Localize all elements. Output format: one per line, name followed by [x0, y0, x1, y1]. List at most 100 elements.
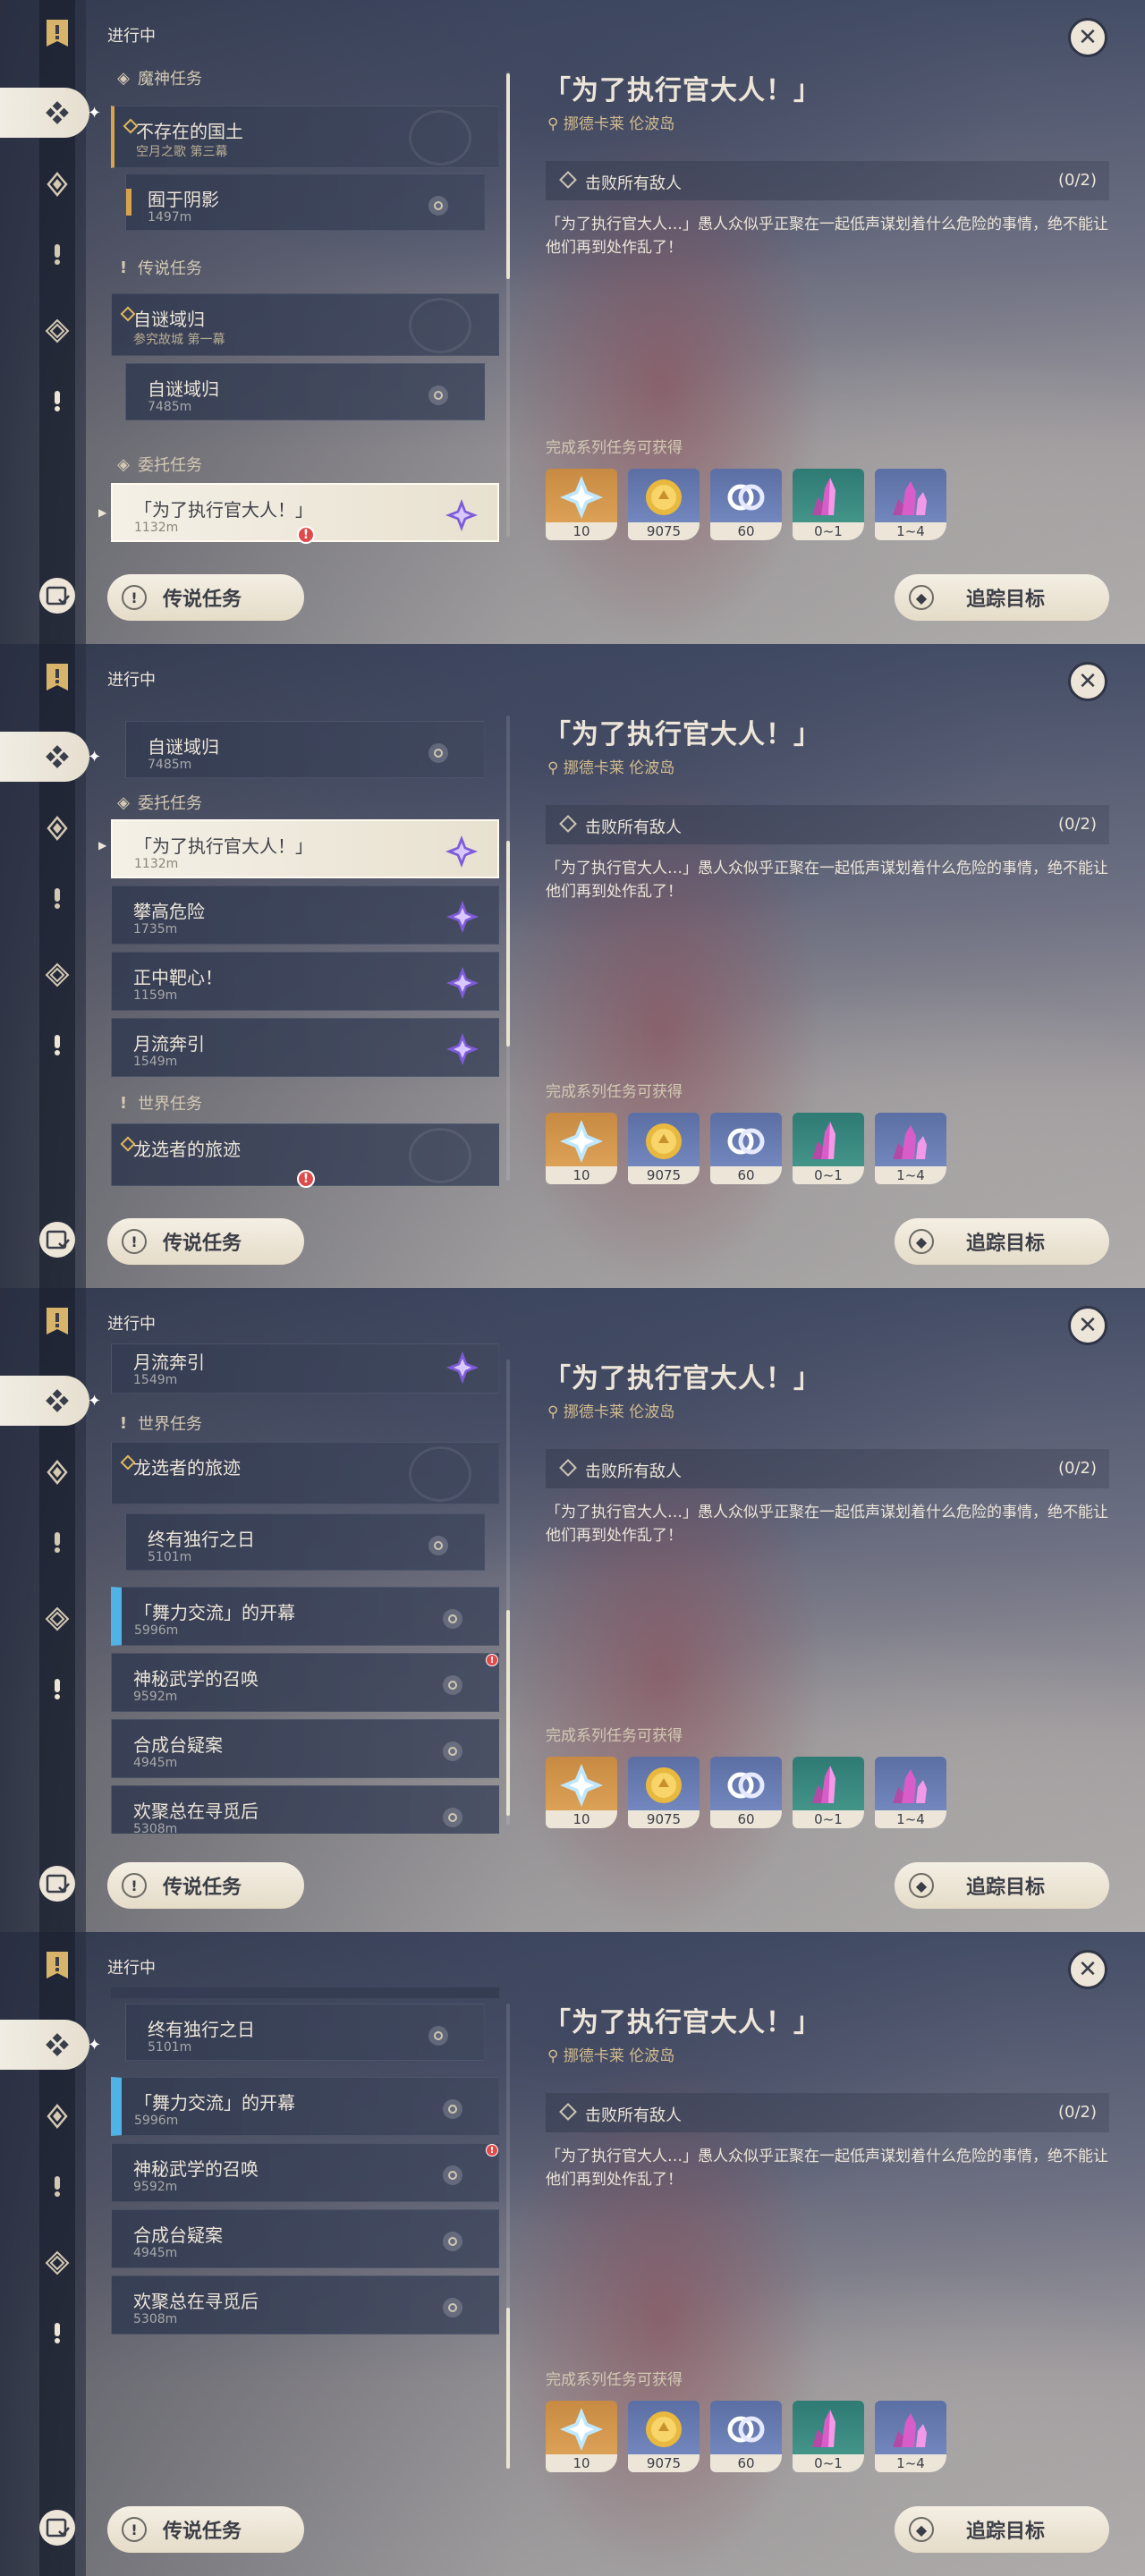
nav-event-icon[interactable]: [39, 1027, 75, 1063]
quest-card[interactable]: 「舞力交流」的开幕 5996m: [111, 2077, 499, 2136]
quest-card[interactable]: 欢聚总在寻觅后 5308m: [111, 2275, 499, 2334]
nav-event-icon[interactable]: [39, 1671, 75, 1707]
nav-archon-icon[interactable]: [39, 2098, 75, 2134]
reward-item[interactable]: 0~1: [793, 1113, 864, 1184]
track-target-button[interactable]: ◆ 追踪目标: [895, 2506, 1109, 2553]
quest-card[interactable]: 合成台疑案 4945m: [111, 2209, 499, 2268]
scrollbar-thumb[interactable]: [506, 841, 510, 1046]
quest-flag-icon[interactable]: [39, 660, 75, 696]
quest-list[interactable]: 终有独行之日 5101m 「舞力交流」的开幕 5996m 神秘武学的召唤 959…: [106, 1987, 506, 2478]
reward-item[interactable]: 10: [546, 1113, 617, 1184]
reward-item[interactable]: 9075: [628, 1757, 700, 1828]
reward-item[interactable]: 1~4: [875, 1113, 946, 1184]
locate-pin-icon[interactable]: [443, 2232, 462, 2251]
reward-item[interactable]: 1~4: [875, 1757, 946, 1828]
nav-event-icon[interactable]: [39, 2315, 75, 2351]
nav-legend-icon[interactable]: [39, 236, 75, 272]
locate-pin-icon[interactable]: [443, 1609, 462, 1629]
close-button[interactable]: ✕: [1068, 1950, 1107, 1989]
quest-list[interactable]: 月流奔引 1549m ! 世界任务 龙选者的旅迹 终有独行之日 5101m 「舞力…: [106, 1343, 506, 1834]
reward-item[interactable]: 9075: [628, 469, 700, 540]
locate-pin-icon[interactable]: [443, 2099, 462, 2119]
quest-step-card[interactable]: 终有独行之日 5101m: [125, 1513, 485, 1571]
reward-item[interactable]: 10: [546, 1757, 617, 1828]
reward-item[interactable]: 9075: [628, 1113, 700, 1184]
reward-item[interactable]: 0~1: [793, 2401, 864, 2472]
reward-item[interactable]: 10: [546, 469, 617, 540]
reward-item[interactable]: 1~4: [875, 2401, 946, 2472]
legend-quest-button[interactable]: ! 传说任务: [107, 1862, 304, 1909]
quest-list[interactable]: ◈ 魔神任务 不存在的国土 空月之歌 第三幕 囿于阴影 1497m ! 传说任务 自…: [106, 55, 506, 546]
reward-item[interactable]: 60: [710, 2401, 782, 2472]
quest-card[interactable]: 月流奔引 1549m: [111, 1343, 499, 1394]
locate-pin-icon[interactable]: [443, 1741, 462, 1761]
quest-step-card[interactable]: 自谜域归 7485m: [125, 363, 485, 420]
track-target-button[interactable]: ◆ 追踪目标: [895, 1218, 1109, 1265]
close-button[interactable]: ✕: [1068, 662, 1107, 701]
reward-item[interactable]: 60: [710, 1757, 782, 1828]
close-icon: ✕: [1078, 1956, 1098, 1983]
reward-item[interactable]: 0~1: [793, 469, 864, 540]
nav-legend-icon[interactable]: [39, 1524, 75, 1560]
quest-flag-icon[interactable]: [39, 1948, 75, 1984]
locate-pin-icon[interactable]: [443, 1675, 462, 1695]
quest-card[interactable]: 月流奔引 1549m: [111, 1018, 499, 1077]
reward-item[interactable]: 10: [546, 2401, 617, 2472]
track-target-button[interactable]: ◆ 追踪目标: [895, 1862, 1109, 1909]
quest-card[interactable]: 攀高危险 1735m: [111, 886, 499, 945]
nav-world-icon[interactable]: [39, 957, 75, 993]
legend-quest-button[interactable]: ! 传说任务: [107, 1218, 304, 1265]
nav-world-icon[interactable]: [39, 1601, 75, 1637]
legend-quest-button[interactable]: ! 传说任务: [107, 2506, 304, 2553]
locate-pin-icon[interactable]: [443, 2298, 462, 2318]
mail-icon[interactable]: [38, 1864, 77, 1903]
quest-flag-icon[interactable]: [39, 1304, 75, 1340]
quest-card[interactable]: 合成台疑案 4945m: [111, 1719, 499, 1778]
nav-legend-icon[interactable]: [39, 2168, 75, 2204]
commission-category-icon: ◈: [117, 454, 130, 474]
locate-pin-icon[interactable]: [428, 1536, 448, 1555]
close-button[interactable]: ✕: [1068, 1306, 1107, 1345]
reward-item[interactable]: 60: [710, 469, 782, 540]
locate-pin-icon[interactable]: [428, 743, 448, 763]
nav-archon-icon[interactable]: [39, 1454, 75, 1490]
reward-item[interactable]: 0~1: [793, 1757, 864, 1828]
quest-card[interactable]: 神秘武学的召唤 9592m !: [111, 1653, 499, 1712]
reward-item[interactable]: 60: [710, 1113, 782, 1184]
quest-list[interactable]: 自谜域归 7485m ◈ 委托任务 「为了执行官大人！」 1132m 攀高危险 1…: [106, 699, 506, 1190]
scrollbar-thumb[interactable]: [506, 2308, 510, 2469]
locate-pin-icon[interactable]: [428, 386, 448, 405]
quest-step-card[interactable]: 终有独行之日 5101m: [125, 2004, 485, 2061]
quest-card[interactable]: 「舞力交流」的开幕 5996m: [111, 1587, 499, 1646]
mail-icon[interactable]: [38, 2508, 77, 2547]
scrollbar-thumb[interactable]: [506, 1610, 510, 1816]
quest-flag-icon[interactable]: [39, 16, 75, 52]
locate-pin-icon[interactable]: [428, 2026, 448, 2046]
quest-card[interactable]: 龙选者的旅迹: [111, 1442, 499, 1504]
quest-card[interactable]: 神秘武学的召唤 9592m !: [111, 2143, 499, 2202]
locate-pin-icon[interactable]: [443, 1808, 462, 1827]
quest-card[interactable]: 欢聚总在寻觅后 5308m: [111, 1785, 499, 1834]
nav-archon-icon[interactable]: [39, 810, 75, 846]
quest-card-selected[interactable]: 「为了执行官大人！」 1132m: [111, 819, 499, 878]
locate-pin-icon[interactable]: [428, 196, 448, 216]
nav-world-icon[interactable]: [39, 2245, 75, 2281]
quest-step-card[interactable]: 自谜域归 7485m: [125, 721, 485, 778]
nav-event-icon[interactable]: [39, 383, 75, 419]
reward-item[interactable]: 1~4: [875, 469, 946, 540]
mail-icon[interactable]: [38, 576, 77, 615]
quest-card[interactable]: 不存在的国土 空月之歌 第三幕: [111, 106, 499, 168]
track-target-button[interactable]: ◆ 追踪目标: [895, 574, 1109, 621]
quest-step-card[interactable]: 囿于阴影 1497m: [125, 174, 485, 231]
legend-quest-button[interactable]: ! 传说任务: [107, 574, 304, 621]
quest-card[interactable]: 自谜域归 参究故城 第一幕: [111, 293, 499, 356]
nav-archon-icon[interactable]: [39, 166, 75, 202]
nav-legend-icon[interactable]: [39, 880, 75, 916]
locate-pin-icon[interactable]: [443, 2165, 462, 2185]
quest-card[interactable]: 正中靶心！ 1159m: [111, 952, 499, 1011]
close-button[interactable]: ✕: [1068, 18, 1107, 57]
scrollbar-thumb[interactable]: [506, 73, 510, 279]
reward-item[interactable]: 9075: [628, 2401, 700, 2472]
nav-world-icon[interactable]: [39, 313, 75, 349]
mail-icon[interactable]: [38, 1220, 77, 1259]
